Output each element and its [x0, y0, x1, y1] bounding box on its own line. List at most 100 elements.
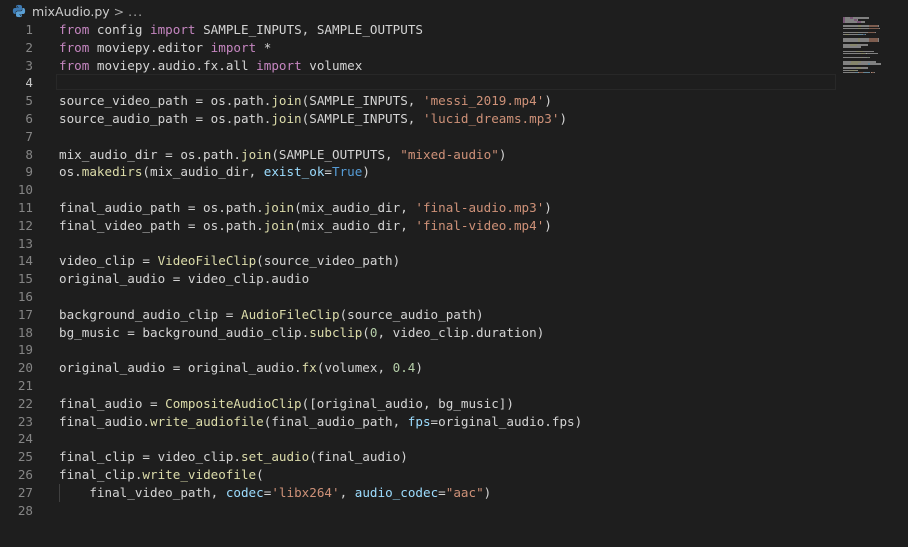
line-text[interactable]: final_audio = CompositeAudioClip([origin… [59, 395, 514, 413]
code-token: (SAMPLE_OUTPUTS, [271, 146, 401, 162]
line-text[interactable]: source_video_path = os.path.join(SAMPLE_… [59, 92, 552, 110]
line-text[interactable]: from moviepy.editor import * [59, 39, 271, 57]
code-token: 'lucid_dreams.mp3' [422, 110, 560, 126]
minimap-token [845, 21, 858, 23]
code-token: "mixed-audio" [400, 146, 499, 162]
breadcrumb-more[interactable]: ... [128, 4, 143, 19]
code-token: fx [301, 360, 317, 376]
minimap-token [860, 40, 869, 42]
code-token: ) [544, 93, 552, 109]
minimap-token [868, 40, 879, 42]
line-number: 12 [17, 217, 33, 233]
line-text[interactable]: final_audio.write_audiofile(final_audio_… [59, 413, 582, 431]
line-text[interactable]: original_audio = video_clip.audio [59, 270, 309, 288]
code-line[interactable]: 7 [0, 128, 836, 146]
line-text[interactable]: os.makedirs(mix_audio_dir, exist_ok=True… [59, 163, 370, 181]
line-number: 18 [17, 324, 33, 340]
code-token: ( [362, 324, 370, 340]
code-token: =original_audio.fps) [430, 413, 583, 429]
code-line[interactable]: 22 final_audio = CompositeAudioClip([orig… [0, 395, 836, 413]
line-text[interactable]: final_clip.write_videofile( [59, 466, 264, 484]
code-line[interactable]: 14 video_clip = VideoFileClip(source_vide… [0, 252, 836, 270]
code-token: ) [544, 199, 552, 215]
minimap-token [869, 63, 881, 65]
line-number: 9 [25, 164, 33, 180]
code-line[interactable]: 15 original_audio = video_clip.audio [0, 270, 836, 288]
line-text[interactable]: video_clip = VideoFileClip(source_video_… [59, 252, 400, 270]
code-token: video_clip = [59, 253, 158, 269]
code-token: ) [415, 360, 423, 376]
code-token: final_clip = video_clip. [59, 449, 241, 465]
code-line[interactable]: 21 [0, 377, 836, 395]
line-text[interactable]: from config import SAMPLE_INPUTS, SAMPLE… [59, 21, 423, 39]
code-line[interactable]: 24 [0, 430, 836, 448]
line-text[interactable]: final_audio_path = os.path.join(mix_audi… [59, 199, 552, 217]
line-text[interactable]: background_audio_clip = AudioFileClip(so… [59, 306, 484, 324]
minimap-token [843, 63, 850, 65]
line-number: 26 [17, 466, 33, 482]
minimap-token [878, 40, 879, 42]
code-token: (source_audio_path) [339, 306, 484, 322]
minimap[interactable] [843, 17, 899, 77]
minimap-token [857, 63, 869, 65]
code-line[interactable]: 2 from moviepy.editor import * [0, 39, 836, 57]
code-token: exist_ok [263, 164, 325, 180]
code-line[interactable]: 4 [0, 74, 836, 92]
line-text[interactable]: original_audio = original_audio.fx(volum… [59, 359, 423, 377]
code-area[interactable]: 1 from config import SAMPLE_INPUTS, SAMPL… [0, 21, 836, 519]
line-number: 24 [17, 431, 33, 447]
line-text[interactable]: from moviepy.audio.fx.all import volumex [59, 57, 362, 75]
code-line[interactable]: 23 final_audio.write_audiofile(final_audi… [0, 413, 836, 431]
code-token: bg_music = background_audio_clip. [59, 324, 310, 340]
code-line[interactable]: 20 original_audio = original_audio.fx(vol… [0, 359, 836, 377]
code-token: AudioFileClip [240, 306, 340, 322]
code-token: final_video_path = os.path. [59, 217, 264, 233]
code-line[interactable]: 17 background_audio_clip = AudioFileClip(… [0, 306, 836, 324]
code-line[interactable]: 3 from moviepy.audio.fx.all import volume… [0, 57, 836, 75]
code-line[interactable]: 19 [0, 341, 836, 359]
code-token: (source_video_path) [256, 253, 401, 269]
code-token: mix_audio_dir = os.path. [59, 146, 241, 162]
code-line[interactable]: 18 bg_music = background_audio_clip.subcl… [0, 324, 836, 342]
code-line[interactable]: 27 final_video_path, codec = 'libx264', au… [0, 483, 836, 502]
line-text[interactable]: source_audio_path = os.path.join(SAMPLE_… [59, 110, 567, 128]
line-text[interactable]: bg_music = background_audio_clip.subclip… [59, 324, 544, 342]
line-number: 25 [17, 449, 33, 465]
code-token: (SAMPLE_INPUTS, [301, 110, 423, 126]
code-line[interactable]: 1 from config import SAMPLE_INPUTS, SAMPL… [0, 21, 836, 39]
line-number: 20 [17, 360, 33, 376]
code-token: import [150, 22, 196, 37]
code-line[interactable]: 12 final_video_path = os.path.join(mix_au… [0, 217, 836, 235]
code-token: moviepy.audio.fx.all [89, 57, 257, 73]
line-text[interactable]: mix_audio_dir = os.path.join(SAMPLE_OUTP… [59, 146, 506, 164]
code-line[interactable]: 16 [0, 288, 836, 306]
code-line[interactable]: 6 source_audio_path = os.path.join(SAMPLE… [0, 110, 836, 128]
code-token: ) [544, 217, 552, 233]
breadcrumb-file-name[interactable]: mixAudio.py [32, 4, 110, 19]
minimap-token [873, 71, 875, 74]
minimap-token [867, 31, 875, 34]
code-editor[interactable]: mixAudio.py > ... 1 from config import SA… [0, 0, 908, 547]
code-line[interactable]: 13 [0, 235, 836, 253]
code-line[interactable]: 10 [0, 181, 836, 199]
code-token: = [438, 484, 446, 500]
line-text[interactable]: final_clip = video_clip.set_audio(final_… [59, 448, 408, 466]
code-line[interactable]: 26 final_clip.write_videofile( [0, 466, 836, 484]
code-token: join [271, 93, 302, 109]
code-line[interactable]: 11 final_audio_path = os.path.join(mix_au… [0, 199, 836, 217]
code-line[interactable]: 9 os.makedirs(mix_audio_dir, exist_ok=Tru… [0, 163, 836, 181]
line-text[interactable]: final_video_path, codec = 'libx264', audio… [59, 484, 491, 502]
code-line[interactable]: 5 source_video_path = os.path.join(SAMPLE… [0, 92, 836, 110]
line-text[interactable]: final_video_path = os.path.join(mix_audi… [59, 217, 552, 235]
code-token: from [59, 57, 90, 73]
code-token: volumex [301, 57, 363, 73]
breadcrumb: mixAudio.py > ... [0, 0, 908, 22]
code-token: ) [362, 164, 370, 180]
code-token: audio_codec [354, 484, 439, 500]
code-line[interactable]: 28 [0, 502, 836, 520]
code-token: import [210, 39, 257, 55]
line-number: 10 [17, 182, 33, 198]
code-token: write_videofile [142, 466, 257, 482]
code-line[interactable]: 8 mix_audio_dir = os.path.join(SAMPLE_OUT… [0, 146, 836, 164]
code-line[interactable]: 25 final_clip = video_clip.set_audio(fina… [0, 448, 836, 466]
